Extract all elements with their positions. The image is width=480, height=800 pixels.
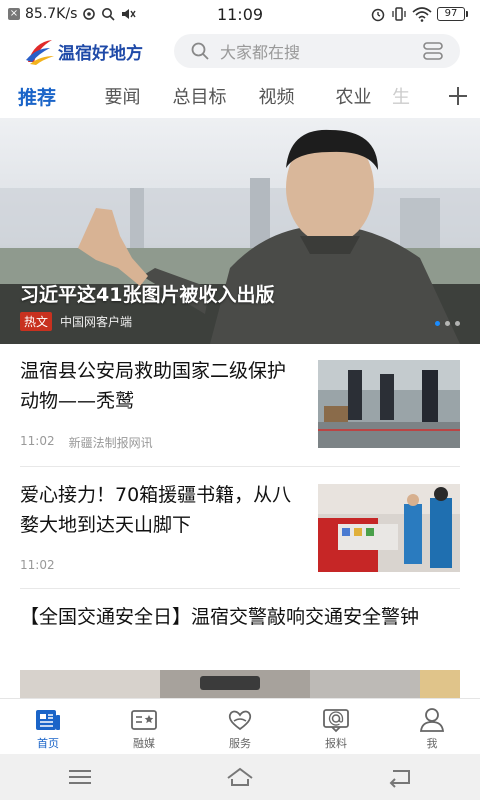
menu-icon[interactable]	[65, 766, 95, 788]
tab-video[interactable]: 视频	[238, 83, 315, 109]
search-icon	[191, 42, 209, 60]
heart-hands-icon	[228, 710, 252, 731]
news-source: 新疆法制报网讯	[68, 436, 153, 450]
hot-tag-badge: 热文	[20, 312, 53, 331]
logo-mark-icon	[26, 40, 54, 65]
search-bar[interactable]: 大家都在搜	[174, 34, 460, 68]
news-meta: 11:02	[20, 558, 55, 572]
search-small-icon	[102, 8, 115, 21]
tab-goals[interactable]: 总目标	[161, 83, 238, 109]
banner-title: 习近平这41张图片被收入出版	[20, 284, 275, 306]
nav-me[interactable]: 我	[384, 699, 480, 754]
news-item[interactable]: 温宿县公安局救助国家二级保护动物——秃鹫 11:02 新疆法制报网讯	[20, 356, 460, 456]
battery-icon: 97	[437, 7, 468, 21]
notification-x-icon: ×	[8, 8, 20, 20]
bottom-nav: 首页 融媒 服务 报料 我	[0, 698, 480, 754]
back-icon[interactable]	[385, 766, 415, 788]
nav-label: 我	[426, 737, 438, 750]
news-item[interactable]: 【全国交通安全日】温宿交警敲响交通安全警钟	[20, 602, 460, 698]
featured-banner[interactable]: 习近平这41张图片被收入出版 热文 中国网客户端	[0, 118, 480, 344]
sync-icon	[83, 8, 96, 20]
news-title: 温宿县公安局救助国家二级保护动物——秃鹫	[20, 360, 287, 412]
nav-label: 服务	[229, 737, 251, 750]
status-bar: × 85.7K/s 11:09 97	[0, 0, 480, 28]
nav-media[interactable]: 融媒	[96, 699, 192, 754]
nav-label: 首页	[37, 737, 59, 750]
battery-level: 97	[437, 7, 465, 21]
status-left: × 85.7K/s	[8, 6, 136, 22]
app-logo: 温宿好地方	[24, 36, 154, 66]
nav-label: 报料	[325, 737, 347, 750]
news-time: 11:02	[20, 558, 55, 572]
mute-icon	[122, 9, 136, 19]
status-right: 97	[370, 6, 468, 22]
net-speed: 85.7K/s	[25, 6, 78, 22]
nav-service[interactable]: 服务	[192, 699, 288, 754]
app-header: 温宿好地方 大家都在搜	[0, 28, 480, 74]
category-tabs: 推荐 要闻 总目标 视频 农业 生	[0, 74, 480, 118]
news-meta: 11:02 新疆法制报网讯	[20, 434, 153, 451]
carousel-indicator	[435, 321, 460, 326]
alarm-icon	[371, 8, 385, 22]
news-title: 【全国交通安全日】温宿交警敲响交通安全警钟	[20, 606, 420, 628]
banner-source: 中国网客户端	[60, 315, 133, 329]
home-icon[interactable]	[225, 766, 255, 788]
nav-report[interactable]: 报料	[288, 699, 384, 754]
carousel-dot	[435, 321, 440, 326]
banner-meta: 热文 中国网客户端	[20, 312, 132, 331]
wifi-icon	[412, 7, 432, 22]
tab-agriculture[interactable]: 农业	[315, 83, 392, 109]
tab-recommend[interactable]: 推荐	[0, 83, 84, 110]
system-nav-bar	[0, 754, 480, 800]
news-time: 11:02	[20, 434, 55, 448]
news-icon	[36, 710, 60, 730]
carousel-dot	[455, 321, 460, 326]
search-placeholder: 大家都在搜	[220, 43, 301, 62]
news-image-strip	[20, 670, 460, 698]
news-item[interactable]: 爱心接力！70箱援疆书籍，从八婺大地到达天山脚下 11:02	[20, 480, 460, 580]
scan-icon[interactable]	[422, 42, 444, 60]
divider	[20, 588, 460, 589]
news-thumbnail	[318, 360, 460, 448]
media-icon	[131, 710, 157, 730]
tab-headlines[interactable]: 要闻	[84, 83, 161, 109]
banner-image	[0, 129, 480, 344]
nav-home[interactable]: 首页	[0, 699, 96, 754]
news-title: 爱心接力！70箱援疆书籍，从八婺大地到达天山脚下	[20, 484, 292, 536]
person-icon	[419, 708, 445, 732]
carousel-dot	[445, 321, 450, 326]
app-name: 温宿好地方	[58, 43, 143, 64]
add-tab-icon[interactable]	[446, 84, 470, 108]
report-icon	[323, 709, 349, 733]
divider	[20, 466, 460, 467]
tab-life[interactable]: 生	[392, 83, 422, 109]
news-thumbnail	[318, 484, 460, 572]
vibrate-icon	[392, 7, 406, 21]
nav-label: 融媒	[133, 737, 155, 750]
